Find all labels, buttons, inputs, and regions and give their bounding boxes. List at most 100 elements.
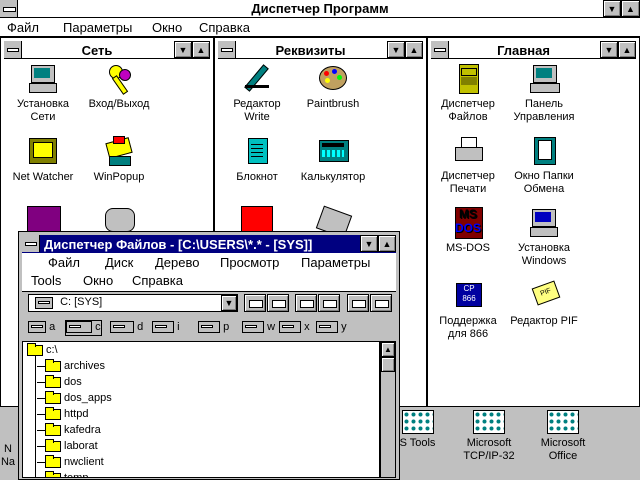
program-item[interactable]: Калькулятор (293, 136, 373, 184)
minimized-group[interactable]: Microsoft TCP/IP-32 (458, 410, 520, 463)
drive-a[interactable]: a (28, 321, 55, 335)
minimize-button[interactable]: ▼ (360, 235, 378, 252)
disconnect-drive-button[interactable] (267, 294, 289, 312)
view-details-button[interactable] (370, 294, 392, 312)
file-manager-window[interactable]: Диспетчер Файлов - [C:\USERS\*.* - [SYS]… (18, 231, 400, 480)
menu-bar: Файл Параметры Окно Справка (0, 18, 640, 37)
file-manager-menu-bar: Файл Диск Дерево Просмотр Параметры Tool… (22, 253, 396, 292)
drive-y[interactable]: y (316, 321, 347, 335)
partial-icon (27, 206, 61, 234)
folder-icon (45, 406, 61, 420)
network-drive-icon (279, 321, 301, 334)
drive-i[interactable]: i (152, 321, 180, 335)
tree-folder[interactable]: httpd (37, 406, 88, 422)
program-item[interactable]: Paintbrush (293, 63, 373, 111)
maximize-arrow-icon: ▲ (626, 3, 635, 14)
scroll-up-arrow-icon[interactable]: ▲ (381, 342, 395, 357)
vertical-scrollbar[interactable]: ▲ (380, 341, 396, 478)
file-cabinet-icon (452, 63, 484, 95)
drive-x[interactable]: x (279, 321, 310, 335)
menu-file[interactable]: Файл (7, 20, 39, 35)
group-title-bar[interactable]: Сеть ▼ ▲ (4, 41, 210, 59)
maximize-button[interactable]: ▲ (192, 41, 210, 58)
tree-folder[interactable]: laborat (37, 438, 98, 454)
group-title: Главная (497, 43, 550, 58)
system-menu-button[interactable] (22, 235, 40, 252)
group-title-bar[interactable]: Главная ▼ ▲ (431, 41, 636, 59)
drive-w[interactable]: w (242, 321, 275, 335)
minimized-group[interactable]: Microsoft Office (532, 410, 594, 463)
phone-icon (105, 208, 135, 232)
scroll-thumb[interactable] (381, 357, 395, 372)
window-title: Диспетчер Программ (251, 1, 389, 16)
minimize-button[interactable]: ▼ (600, 41, 618, 58)
program-item[interactable]: MS DOS MS-DOS (428, 207, 508, 255)
menu-disk[interactable]: Диск (105, 255, 133, 270)
msdos-icon: MS DOS (452, 207, 484, 239)
menu-window[interactable]: Окно (152, 20, 182, 35)
program-item[interactable]: Диспетчер Файлов (428, 63, 508, 124)
program-item[interactable]: Установка Сети (3, 63, 83, 124)
menu-file[interactable]: Файл (48, 255, 80, 270)
stop-sharing-button[interactable] (318, 294, 340, 312)
maximize-button[interactable]: ▲ (621, 0, 640, 17)
drive-c-selected[interactable]: c (65, 320, 102, 336)
directory-tree[interactable]: c:\ archives dos dos_apps httpd kafedra … (22, 341, 380, 478)
program-item[interactable]: CP 866 Поддержка для 866 (428, 280, 508, 341)
write-pen-icon (241, 63, 273, 95)
dropdown-arrow-icon[interactable]: ▼ (221, 295, 237, 311)
menu-help[interactable]: Справка (199, 20, 250, 35)
tree-folder[interactable]: temp (37, 470, 88, 477)
connect-drive-button[interactable] (244, 294, 266, 312)
drive-select[interactable]: C: [SYS] ▼ (28, 294, 238, 312)
group-title-bar[interactable]: Реквизиты ▼ ▲ (218, 41, 423, 59)
program-item[interactable]: Диспетчер Печати (428, 135, 508, 196)
group-system-menu[interactable] (4, 41, 22, 58)
program-item[interactable]: Окно Папки Обмена (504, 135, 584, 196)
minimize-button[interactable]: ▼ (387, 41, 405, 58)
minimized-group[interactable]: S Tools (395, 410, 440, 450)
group-system-menu[interactable] (218, 41, 236, 58)
tree-folder[interactable]: archives (37, 358, 105, 374)
file-manager-title-bar[interactable]: Диспетчер Файлов - [C:\USERS\*.* - [SYS]… (22, 235, 396, 253)
menu-options[interactable]: Параметры (301, 255, 370, 270)
view-list-button[interactable] (347, 294, 369, 312)
floppy-drive-icon (28, 321, 46, 334)
group-icon (401, 410, 434, 434)
drive-d[interactable]: d (110, 321, 143, 335)
maximize-button[interactable]: ▲ (618, 41, 636, 58)
toolbar: C: [SYS] ▼ a c d i p w x y (22, 292, 396, 348)
menu-options[interactable]: Параметры (63, 20, 132, 35)
folder-icon (45, 470, 61, 477)
maximize-button[interactable]: ▲ (378, 235, 396, 252)
menu-tools[interactable]: Tools (31, 273, 61, 288)
group-title: Сеть (81, 43, 113, 58)
tree-root[interactable]: c:\ (27, 342, 58, 358)
group-window-main[interactable]: Главная ▼ ▲ Диспетчер Файлов Панель Упра… (427, 37, 640, 407)
minimized-group[interactable]: N Na (0, 443, 16, 469)
folder-icon (45, 422, 61, 436)
menu-tree[interactable]: Дерево (155, 255, 199, 270)
tree-folder[interactable]: dos (37, 374, 82, 390)
program-item[interactable]: Установка Windows (504, 207, 584, 268)
tree-folder[interactable]: nwclient (37, 454, 104, 470)
program-item[interactable]: Панель Управления (504, 63, 584, 124)
program-item[interactable]: WinPopup (79, 136, 159, 184)
drive-p[interactable]: p (198, 321, 229, 335)
program-item[interactable]: Вход/Выход (79, 63, 159, 111)
menu-help[interactable]: Справка (132, 273, 183, 288)
program-item[interactable]: PIF Редактор PIF (504, 280, 584, 328)
program-item[interactable]: Редактор Write (217, 63, 297, 124)
minimize-button[interactable]: ▼ (603, 0, 621, 17)
maximize-button[interactable]: ▲ (405, 41, 423, 58)
program-item[interactable]: Блокнот (217, 136, 297, 184)
tree-folder[interactable]: dos_apps (37, 390, 112, 406)
tree-folder[interactable]: kafedra (37, 422, 101, 438)
program-manager-title-bar[interactable]: Диспетчер Программ ▼ ▲ (0, 0, 640, 18)
share-button[interactable] (295, 294, 317, 312)
program-item[interactable]: Net Watcher (3, 136, 83, 184)
menu-window[interactable]: Окно (83, 273, 113, 288)
group-system-menu[interactable] (431, 41, 449, 58)
menu-view[interactable]: Просмотр (220, 255, 279, 270)
minimize-button[interactable]: ▼ (174, 41, 192, 58)
